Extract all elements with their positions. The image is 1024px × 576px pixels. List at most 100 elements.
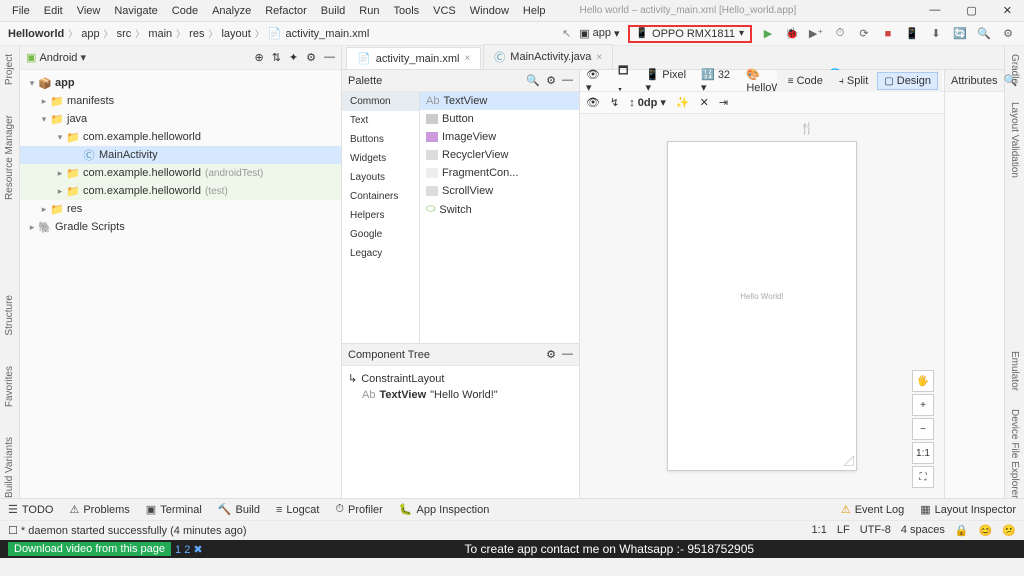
tab-problems[interactable]: ⚠ Problems — [69, 503, 129, 516]
item-button[interactable]: Button — [420, 110, 579, 128]
palette-gear-icon[interactable]: ⚙ — [546, 74, 556, 87]
breadcrumb[interactable]: Helloworld〉 app〉 src〉 main〉 res〉 layout〉… — [8, 27, 369, 40]
tab-app-inspection[interactable]: 🐛 App Inspection — [399, 503, 489, 516]
zoom-reset[interactable]: 1:1 — [912, 442, 934, 464]
tab-activity-main[interactable]: 📄activity_main.xml× — [346, 47, 481, 69]
cat-buttons[interactable]: Buttons — [342, 130, 419, 149]
crumb-file[interactable]: activity_main.xml — [286, 28, 370, 40]
back-icon[interactable]: ↖ — [562, 27, 571, 40]
attach-icon[interactable]: ⟳ — [856, 26, 872, 42]
mode-split[interactable]: ⫞ Split — [832, 72, 875, 90]
menu-run[interactable]: Run — [353, 3, 385, 19]
palette-search-icon[interactable]: 🔍 — [526, 74, 540, 87]
item-fragment[interactable]: FragmentCon... — [420, 164, 579, 182]
tab-profiler[interactable]: ⏱ Profiler — [335, 503, 382, 516]
crumb-project[interactable]: Helloworld — [8, 28, 64, 40]
tree-manifests[interactable]: ▸📁manifests — [20, 92, 341, 110]
api-level[interactable]: 🔢 32 ▾ — [701, 68, 734, 94]
gutter-layout-validation[interactable]: Layout Validation — [1009, 102, 1020, 178]
profile-icon[interactable]: ⏱ — [832, 26, 848, 42]
menu-vcs[interactable]: VCS — [427, 3, 462, 19]
menu-refactor[interactable]: Refactor — [259, 3, 313, 19]
crumb-src[interactable]: src — [117, 28, 132, 40]
device-selector[interactable]: 📱 OPPO RMX1811 ▾ — [628, 25, 752, 43]
mode-code[interactable]: ≡ Code — [781, 72, 830, 90]
gutter-project[interactable]: Project — [4, 54, 15, 85]
menu-navigate[interactable]: Navigate — [108, 3, 163, 19]
tree-package-test[interactable]: ▸📁com.example.helloworld(test) — [20, 182, 341, 200]
tb2-clear-icon[interactable]: ✕ — [700, 96, 709, 109]
close-icon[interactable]: ✕ — [997, 2, 1018, 19]
stop-icon[interactable]: ■ — [880, 26, 896, 42]
gutter-structure[interactable]: Structure — [4, 295, 15, 336]
cat-layouts[interactable]: Layouts — [342, 168, 419, 187]
project-tree[interactable]: ▾📦app ▸📁manifests ▾📁java ▾📁com.example.h… — [20, 70, 341, 240]
minimize-icon[interactable]: — — [923, 2, 946, 19]
menu-build[interactable]: Build — [315, 3, 351, 19]
lock-icon[interactable]: 🔒 — [955, 524, 969, 537]
cat-legacy[interactable]: Legacy — [342, 244, 419, 263]
caret-position[interactable]: 1:1 — [812, 524, 827, 537]
indent[interactable]: 4 spaces — [901, 524, 945, 537]
target-icon[interactable]: ⊕ — [254, 51, 263, 64]
tb2-pack-icon[interactable]: ⇥ — [719, 96, 728, 109]
charset[interactable]: UTF-8 — [860, 524, 891, 537]
tree-res[interactable]: ▸📁res — [20, 200, 341, 218]
item-switch[interactable]: ⬭Switch — [420, 200, 579, 219]
gutter-device-file-explorer[interactable]: Device File Explorer — [1009, 409, 1020, 498]
tree-gradle-scripts[interactable]: ▸🐘Gradle Scripts — [20, 218, 341, 236]
run-config-dropdown[interactable]: ▣ app ▾ — [579, 27, 619, 40]
hide-icon[interactable]: — — [324, 51, 335, 64]
project-view-dropdown[interactable]: Android ▾ — [39, 51, 86, 64]
gear-icon[interactable]: ⚙ — [306, 51, 316, 64]
crumb-main[interactable]: main — [148, 28, 172, 40]
attr-search-icon[interactable]: 🔍 — [1003, 74, 1017, 87]
resize-handle-icon[interactable]: ◿ — [843, 451, 854, 468]
item-scrollview[interactable]: ScrollView — [420, 182, 579, 200]
gutter-resource-manager[interactable]: Resource Manager — [4, 115, 15, 200]
download-video-link[interactable]: Download video from this page — [8, 542, 171, 556]
gutter-favorites[interactable]: Favorites — [4, 366, 15, 407]
tab-build[interactable]: 🔨 Build — [218, 503, 260, 516]
tree-java[interactable]: ▾📁java — [20, 110, 341, 128]
cat-helpers[interactable]: Helpers — [342, 206, 419, 225]
tab-main-activity[interactable]: ⒸMainActivity.java× — [483, 44, 613, 69]
tab-todo[interactable]: ☰ TODO — [8, 503, 53, 516]
tb2-align-icon[interactable]: ↯ — [610, 96, 619, 109]
tree-package[interactable]: ▾📁com.example.helloworld — [20, 128, 341, 146]
cat-containers[interactable]: Containers — [342, 187, 419, 206]
tab-close-icon[interactable]: × — [596, 52, 602, 63]
zoom-in-icon[interactable]: + — [912, 394, 934, 416]
menu-edit[interactable]: Edit — [38, 3, 69, 19]
pan-icon[interactable]: 🖐 — [912, 370, 934, 392]
palette-hide-icon[interactable]: — — [562, 74, 573, 87]
item-recyclerview[interactable]: RecyclerView — [420, 146, 579, 164]
sdk-icon[interactable]: ⬇ — [928, 26, 944, 42]
settings-icon[interactable]: ⚙ — [1000, 26, 1016, 42]
menu-help[interactable]: Help — [517, 3, 552, 19]
gutter-emulator[interactable]: Emulator — [1009, 351, 1020, 391]
cat-common[interactable]: Common — [342, 92, 419, 111]
device-pixel[interactable]: 📱 Pixel ▾ — [646, 68, 690, 94]
comp-constraintlayout[interactable]: ↳ConstraintLayout — [348, 370, 573, 387]
menu-file[interactable]: File — [6, 3, 36, 19]
tb2-wand-icon[interactable]: ✨ — [676, 96, 690, 109]
crumb-res[interactable]: res — [189, 28, 204, 40]
menu-analyze[interactable]: Analyze — [206, 3, 257, 19]
line-ending[interactable]: LF — [837, 524, 850, 537]
device-preview[interactable]: Hello World! ◿ — [667, 141, 857, 471]
crumb-layout[interactable]: layout — [221, 28, 250, 40]
options-icon[interactable]: ✦ — [289, 51, 298, 64]
preview-hello-world[interactable]: Hello World! — [668, 292, 856, 301]
menu-code[interactable]: Code — [166, 3, 204, 19]
zoom-out-icon[interactable]: − — [912, 418, 934, 440]
search-icon[interactable]: 🔍 — [976, 26, 992, 42]
design-canvas[interactable]: 🍴 Hello World! ◿ 🖐 + − 1:1 ⛶ — [580, 114, 944, 498]
surface-icon[interactable]: 👁 ▾ — [586, 68, 606, 94]
run-icon[interactable]: ▶ — [760, 26, 776, 42]
sync-icon[interactable]: 🔄 — [952, 26, 968, 42]
tab-close-icon[interactable]: × — [464, 53, 470, 64]
cat-text[interactable]: Text — [342, 111, 419, 130]
tab-logcat[interactable]: ≡ Logcat — [276, 504, 319, 516]
menu-tools[interactable]: Tools — [387, 3, 425, 19]
